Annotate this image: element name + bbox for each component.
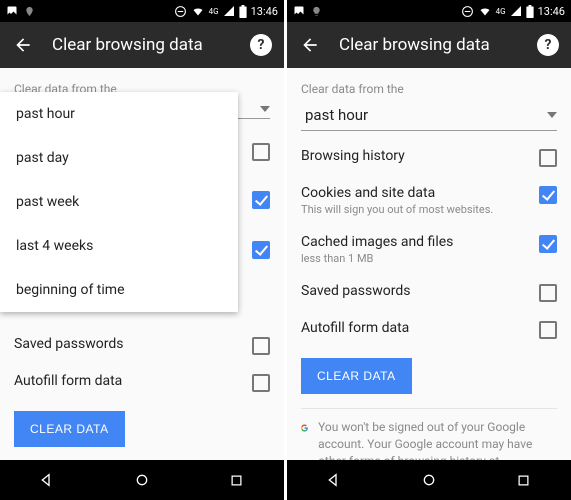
- cookies-sublabel: This will sign you out of most websites.: [301, 203, 531, 216]
- page-title: Clear browsing data: [339, 35, 537, 55]
- app-bar: Clear browsing data ?: [287, 22, 571, 68]
- cached-checkbox[interactable]: [539, 235, 557, 253]
- section-label: Clear data from the: [301, 82, 557, 96]
- saved-passwords-row[interactable]: Saved passwords: [14, 327, 270, 364]
- menu-item-last-4-weeks[interactable]: last 4 weeks: [0, 224, 238, 268]
- google-logo-icon: [301, 419, 308, 437]
- wifi-icon: [478, 5, 492, 17]
- dnd-icon: [174, 5, 187, 18]
- cached-checkbox[interactable]: [252, 241, 270, 259]
- battery-icon: [239, 5, 247, 18]
- nav-home-button[interactable]: [132, 470, 152, 490]
- browsing-history-row[interactable]: Browsing history: [301, 139, 557, 176]
- menu-item-past-hour[interactable]: past hour: [0, 92, 238, 136]
- content-area: Clear data from the past hour Browsing h…: [287, 68, 571, 460]
- footer-text: You won't be signed out of your Google a…: [318, 419, 557, 460]
- phone-right-screen: 4G 13:46 Clear browsing data ? Clear dat…: [287, 0, 571, 500]
- bulb-icon: [311, 6, 322, 17]
- cell-icon: [510, 5, 522, 17]
- browsing-history-checkbox[interactable]: [252, 143, 270, 161]
- menu-item-beginning-of-time[interactable]: beginning of time: [0, 268, 238, 312]
- content-area: Clear data from the past hour past day p…: [0, 68, 284, 460]
- saved-passwords-checkbox[interactable]: [539, 284, 557, 302]
- image-icon: [293, 5, 305, 17]
- saved-passwords-row[interactable]: Saved passwords: [301, 274, 557, 311]
- back-button[interactable]: [299, 34, 321, 56]
- time-range-menu: past hour past day past week last 4 week…: [0, 92, 238, 312]
- chevron-down-icon: [547, 112, 557, 118]
- saved-passwords-checkbox[interactable]: [252, 337, 270, 355]
- autofill-label: Autofill form data: [14, 373, 244, 389]
- cookies-checkbox[interactable]: [252, 191, 270, 209]
- status-bar: 4G 13:46: [0, 0, 284, 22]
- help-button[interactable]: ?: [537, 34, 559, 56]
- cookies-row[interactable]: Cookies and site data This will sign you…: [301, 176, 557, 225]
- menu-item-past-week[interactable]: past week: [0, 180, 238, 224]
- app-bar: Clear browsing data ?: [0, 22, 284, 68]
- battery-icon: [526, 5, 534, 18]
- signal-label: 4G: [209, 7, 219, 16]
- wifi-icon: [191, 5, 205, 17]
- nav-recents-button[interactable]: [514, 470, 534, 490]
- phone-left-screen: 4G 13:46 Clear browsing data ? Clear dat…: [0, 0, 284, 500]
- cookies-checkbox[interactable]: [539, 186, 557, 204]
- saved-passwords-label: Saved passwords: [14, 336, 244, 352]
- browsing-history-checkbox[interactable]: [539, 149, 557, 167]
- cached-sublabel: less than 1 MB: [301, 252, 531, 265]
- autofill-row[interactable]: Autofill form data: [301, 311, 557, 348]
- page-title: Clear browsing data: [52, 35, 250, 55]
- dnd-icon: [461, 5, 474, 18]
- status-bar: 4G 13:46: [287, 0, 571, 22]
- time-range-dropdown[interactable]: past hour: [301, 100, 557, 131]
- browsing-history-label: Browsing history: [301, 148, 531, 164]
- nav-back-button[interactable]: [324, 470, 344, 490]
- autofill-label: Autofill form data: [301, 320, 531, 336]
- help-button[interactable]: ?: [250, 34, 272, 56]
- nav-back-button[interactable]: [37, 470, 57, 490]
- back-button[interactable]: [12, 34, 34, 56]
- nav-home-button[interactable]: [419, 470, 439, 490]
- cached-row[interactable]: Cached images and files less than 1 MB: [301, 225, 557, 274]
- cell-icon: [223, 5, 235, 17]
- clear-data-button[interactable]: CLEAR DATA: [14, 411, 125, 447]
- cached-label: Cached images and files: [301, 234, 531, 250]
- cookies-label: Cookies and site data: [301, 185, 531, 201]
- autofill-checkbox[interactable]: [252, 374, 270, 392]
- image-icon: [6, 5, 18, 17]
- menu-item-past-day[interactable]: past day: [0, 136, 238, 180]
- saved-passwords-label: Saved passwords: [301, 283, 531, 299]
- chevron-down-icon: [260, 106, 270, 112]
- clock: 13:46: [251, 5, 278, 18]
- nav-recents-button[interactable]: [227, 470, 247, 490]
- autofill-checkbox[interactable]: [539, 321, 557, 339]
- autofill-row[interactable]: Autofill form data: [14, 364, 270, 401]
- location-icon: [24, 6, 35, 17]
- nav-bar: [287, 460, 571, 500]
- clear-data-button[interactable]: CLEAR DATA: [301, 358, 412, 394]
- signal-label: 4G: [496, 7, 506, 16]
- nav-bar: [0, 460, 284, 500]
- footer-note: You won't be signed out of your Google a…: [301, 408, 557, 460]
- clock: 13:46: [538, 5, 565, 18]
- dropdown-selected: past hour: [305, 106, 368, 124]
